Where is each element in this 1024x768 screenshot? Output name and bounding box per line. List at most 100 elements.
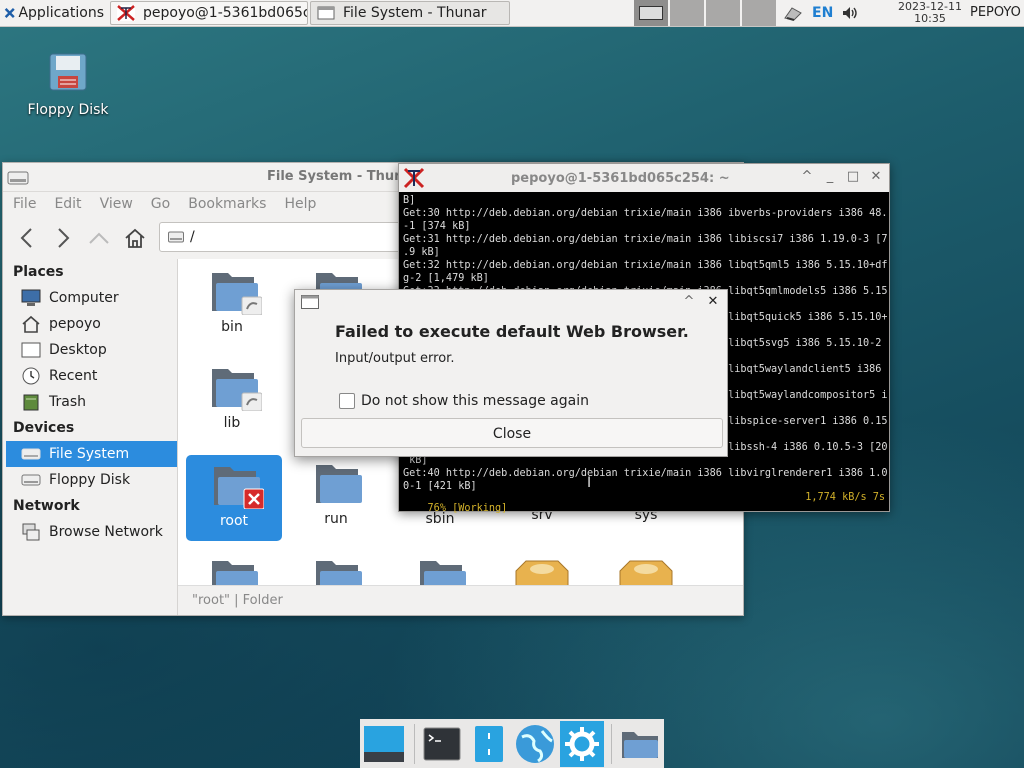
- network-icon[interactable]: [782, 4, 804, 22]
- drive-icon: [21, 448, 41, 460]
- home-icon: [22, 315, 40, 333]
- drive-icon: [21, 474, 41, 486]
- menu-bookmarks[interactable]: Bookmarks: [188, 196, 266, 212]
- file-label: root: [219, 513, 249, 529]
- dont-show-again-checkbox[interactable]: Do not show this message again: [339, 393, 589, 409]
- shade-button[interactable]: ^: [799, 169, 815, 185]
- applications-menu-button[interactable]: Applications: [0, 0, 108, 26]
- checkbox-label: Do not show this message again: [361, 393, 589, 409]
- devices-header: Devices: [13, 420, 75, 436]
- taskbar-thunar-button[interactable]: File System - Thunar: [310, 1, 510, 25]
- file-manager-launcher[interactable]: [466, 721, 511, 767]
- file-item-lib[interactable]: lib: [184, 363, 280, 431]
- clock-time: 10:35: [914, 12, 946, 25]
- close-icon[interactable]: ✕: [705, 294, 721, 310]
- sidebar-item-file-system[interactable]: File System: [6, 441, 177, 467]
- top-panel: Applications pepoyo@1-5361bd065c... File…: [0, 0, 1024, 27]
- home-icon: [125, 228, 145, 248]
- folder-icon: [316, 465, 362, 503]
- maximize-button[interactable]: □: [845, 169, 861, 185]
- status-bar: "root" | Folder: [178, 585, 743, 615]
- sidebar-item-label: Computer: [49, 290, 119, 306]
- web-browser-icon: [516, 724, 555, 763]
- shade-button[interactable]: ^: [681, 294, 697, 310]
- file-label: run: [324, 511, 348, 527]
- workspace-3[interactable]: [706, 0, 740, 26]
- taskbar-terminal-button[interactable]: pepoyo@1-5361bd065c...: [110, 1, 308, 25]
- dock: [360, 719, 664, 768]
- file-label: lib: [223, 415, 241, 431]
- minimize-button[interactable]: _: [822, 169, 838, 185]
- home-button[interactable]: [123, 226, 147, 250]
- sidebar-item-label: Floppy Disk: [49, 472, 131, 488]
- sidebar-item-label: Recent: [49, 368, 98, 384]
- file-item-root[interactable]: root: [186, 455, 282, 541]
- web-browser-launcher[interactable]: [513, 721, 558, 767]
- terminal-launcher[interactable]: [420, 721, 465, 767]
- mouse-cursor-icon: I: [587, 475, 592, 491]
- package-icon: [515, 560, 569, 585]
- sidebar: Places Computer pepoyo Desktop Recent Tr…: [3, 259, 178, 615]
- sidebar-item-label: File System: [49, 446, 130, 462]
- settings-launcher[interactable]: [559, 720, 605, 767]
- menu-go[interactable]: Go: [151, 196, 170, 212]
- sidebar-item-computer[interactable]: Computer: [3, 285, 177, 311]
- back-button[interactable]: [15, 226, 39, 250]
- clock-icon: [22, 367, 40, 385]
- drive-icon: [7, 171, 29, 185]
- file-item-tmp[interactable]: [184, 555, 280, 585]
- settings-icon: [564, 726, 599, 761]
- desktop-floppy-label: Floppy Disk: [27, 102, 109, 118]
- sidebar-item-floppy-disk[interactable]: Floppy Disk: [3, 467, 177, 493]
- folder-launcher[interactable]: [617, 721, 662, 767]
- file-item-bin[interactable]: bin: [184, 267, 280, 335]
- terminal-titlebar[interactable]: pepoyo@1-5361bd065c254: ~ ^ _ □ ✕: [399, 164, 889, 192]
- file-item-package[interactable]: [494, 555, 590, 585]
- sidebar-item-pepoyo[interactable]: pepoyo: [3, 311, 177, 337]
- sidebar-item-label: Browse Network: [49, 524, 163, 540]
- sidebar-item-recent[interactable]: Recent: [3, 363, 177, 389]
- network-icon: [22, 523, 40, 541]
- sidebar-item-trash[interactable]: Trash: [3, 389, 177, 415]
- sidebar-item-browse-network[interactable]: Browse Network: [3, 519, 177, 545]
- dialog-titlebar[interactable]: ^ ✕: [295, 290, 727, 314]
- file-item-run[interactable]: run: [288, 459, 384, 527]
- folder-link-icon: [212, 369, 263, 412]
- window-icon: [301, 295, 319, 309]
- clock[interactable]: 2023-12-11 10:35: [894, 0, 966, 25]
- menu-view[interactable]: View: [100, 196, 133, 212]
- sidebar-item-label: pepoyo: [49, 316, 101, 332]
- user-menu-button[interactable]: PEPOYO: [970, 0, 1021, 26]
- window-icon: [317, 6, 335, 20]
- terminal-line: Get:30 http://deb.debian.org/debian trix…: [403, 208, 887, 219]
- file-item-var[interactable]: [392, 555, 488, 585]
- sidebar-item-desktop[interactable]: Desktop: [3, 337, 177, 363]
- terminal-line: Get:31 http://deb.debian.org/debian trix…: [403, 234, 887, 245]
- workspace-1[interactable]: [634, 0, 668, 26]
- terminal-icon: [423, 727, 461, 760]
- workspace-2[interactable]: [670, 0, 704, 26]
- volume-icon[interactable]: [841, 5, 859, 21]
- menu-file[interactable]: File: [13, 196, 36, 212]
- terminal-line: Get:32 http://deb.debian.org/debian trix…: [403, 260, 887, 271]
- desktop-floppy-disk[interactable]: Floppy Disk: [24, 52, 112, 118]
- up-button[interactable]: [87, 226, 111, 250]
- show-desktop-button[interactable]: [362, 721, 407, 767]
- dialog-message: Input/output error.: [335, 351, 455, 366]
- checkbox-box[interactable]: [339, 393, 355, 409]
- sidebar-item-label: Trash: [49, 394, 86, 410]
- terminal-line: Get:40 http://deb.debian.org/debian trix…: [403, 468, 887, 479]
- menu-edit[interactable]: Edit: [54, 196, 81, 212]
- terminal-line: .9 kB]: [403, 247, 440, 258]
- close-button[interactable]: ✕: [868, 169, 884, 185]
- keyboard-layout-indicator[interactable]: EN: [812, 5, 833, 21]
- terminal-title: pepoyo@1-5361bd065c254: ~: [511, 171, 730, 186]
- menu-help[interactable]: Help: [284, 196, 316, 212]
- file-item-package[interactable]: [598, 555, 694, 585]
- workspace-4[interactable]: [742, 0, 776, 26]
- close-button[interactable]: Close: [301, 418, 723, 448]
- arrow-right-icon: [58, 228, 70, 248]
- file-item-usr[interactable]: [288, 555, 384, 585]
- drive-icon: [168, 231, 184, 243]
- forward-button[interactable]: [51, 226, 75, 250]
